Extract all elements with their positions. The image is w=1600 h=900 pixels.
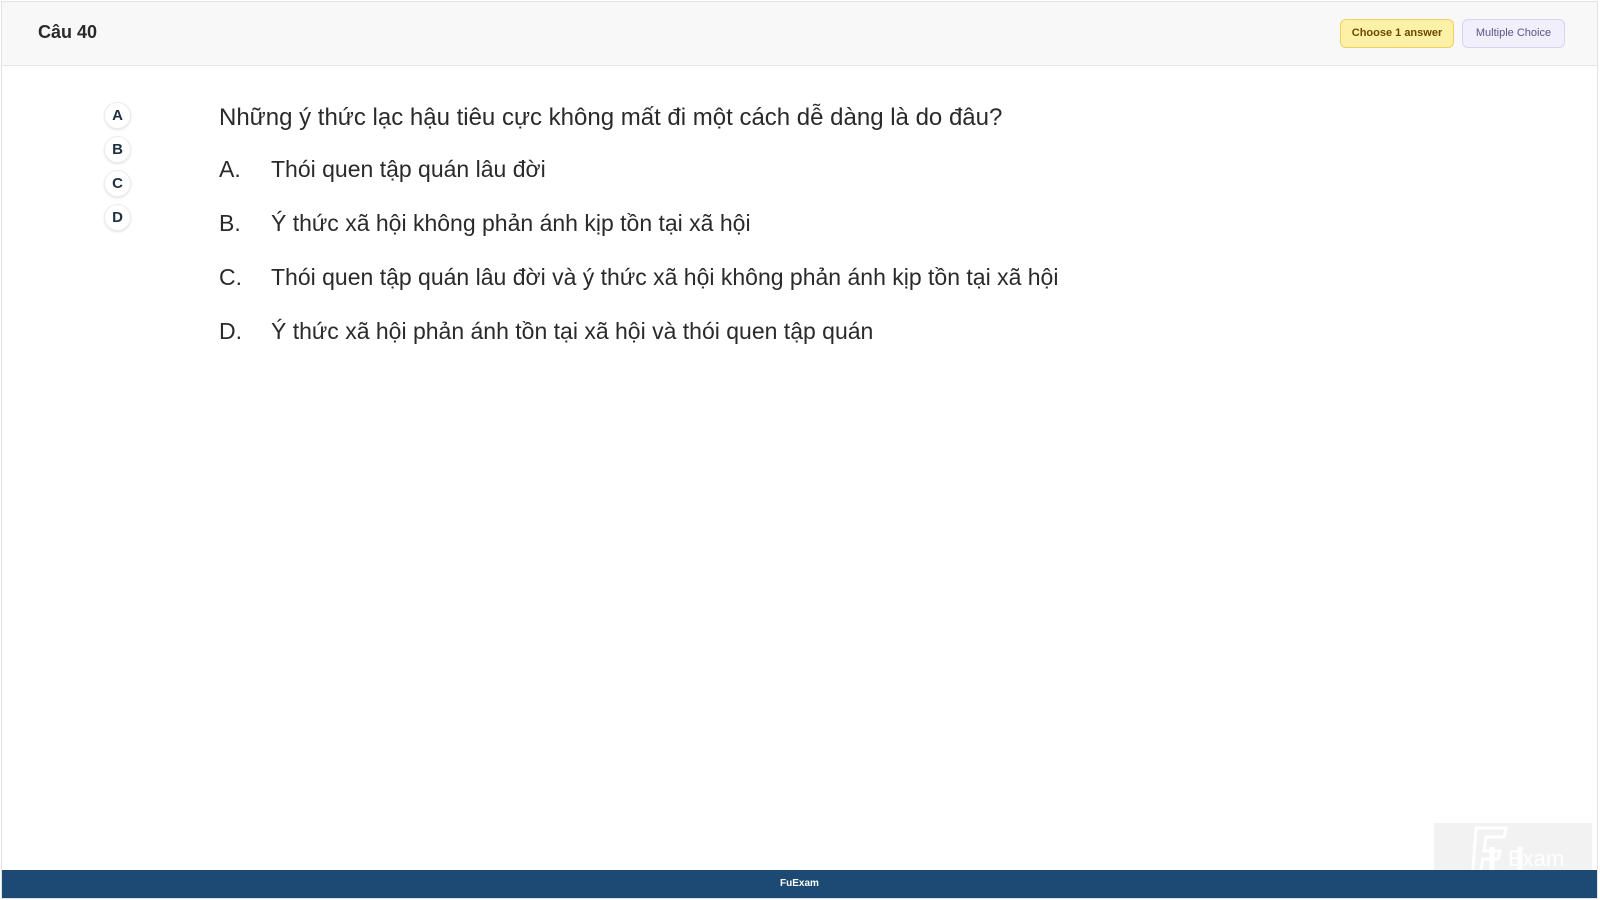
answer-button-c[interactable]: C bbox=[104, 170, 131, 197]
logo-text: Exam bbox=[1508, 846, 1564, 871]
question-title: Câu 40 bbox=[38, 22, 98, 42]
option-a: A. Thói quen tập quán lâu đời bbox=[219, 156, 1419, 210]
option-letter: B. bbox=[219, 210, 241, 236]
option-b: B. Ý thức xã hội không phản ánh kịp tồn … bbox=[219, 210, 1419, 264]
choose-answer-badge: Choose 1 answer bbox=[1340, 19, 1454, 48]
option-letter: C. bbox=[219, 264, 242, 290]
option-c: C. Thói quen tập quán lâu đời và ý thức … bbox=[219, 264, 1419, 318]
exam-frame: Câu 40 Choose 1 answer Multiple Choice A… bbox=[1, 1, 1598, 899]
footer-brand: FuExam bbox=[780, 878, 819, 889]
option-text: Ý thức xã hội phản ánh tồn tại xã hội và… bbox=[271, 318, 874, 344]
footer-bar: FuExam bbox=[2, 870, 1597, 898]
answer-selector: A B C D bbox=[104, 102, 132, 238]
option-d: D. Ý thức xã hội phản ánh tồn tại xã hội… bbox=[219, 318, 1419, 372]
option-letter: D. bbox=[219, 318, 242, 344]
option-text: Ý thức xã hội không phản ánh kịp tồn tại… bbox=[271, 210, 751, 236]
question-text: Những ý thức lạc hậu tiêu cực không mất … bbox=[219, 104, 1003, 131]
answer-button-d[interactable]: D bbox=[104, 204, 131, 231]
option-text: Thói quen tập quán lâu đời bbox=[271, 156, 546, 182]
option-text: Thói quen tập quán lâu đời và ý thức xã … bbox=[271, 264, 1059, 290]
answer-button-b[interactable]: B bbox=[104, 136, 131, 163]
question-type-badge: Multiple Choice bbox=[1462, 19, 1565, 48]
question-header: Câu 40 Choose 1 answer Multiple Choice bbox=[2, 2, 1597, 66]
question-content: Những ý thức lạc hậu tiêu cực không mất … bbox=[219, 102, 1419, 372]
option-letter: A. bbox=[219, 156, 241, 182]
answer-button-a[interactable]: A bbox=[104, 102, 131, 129]
